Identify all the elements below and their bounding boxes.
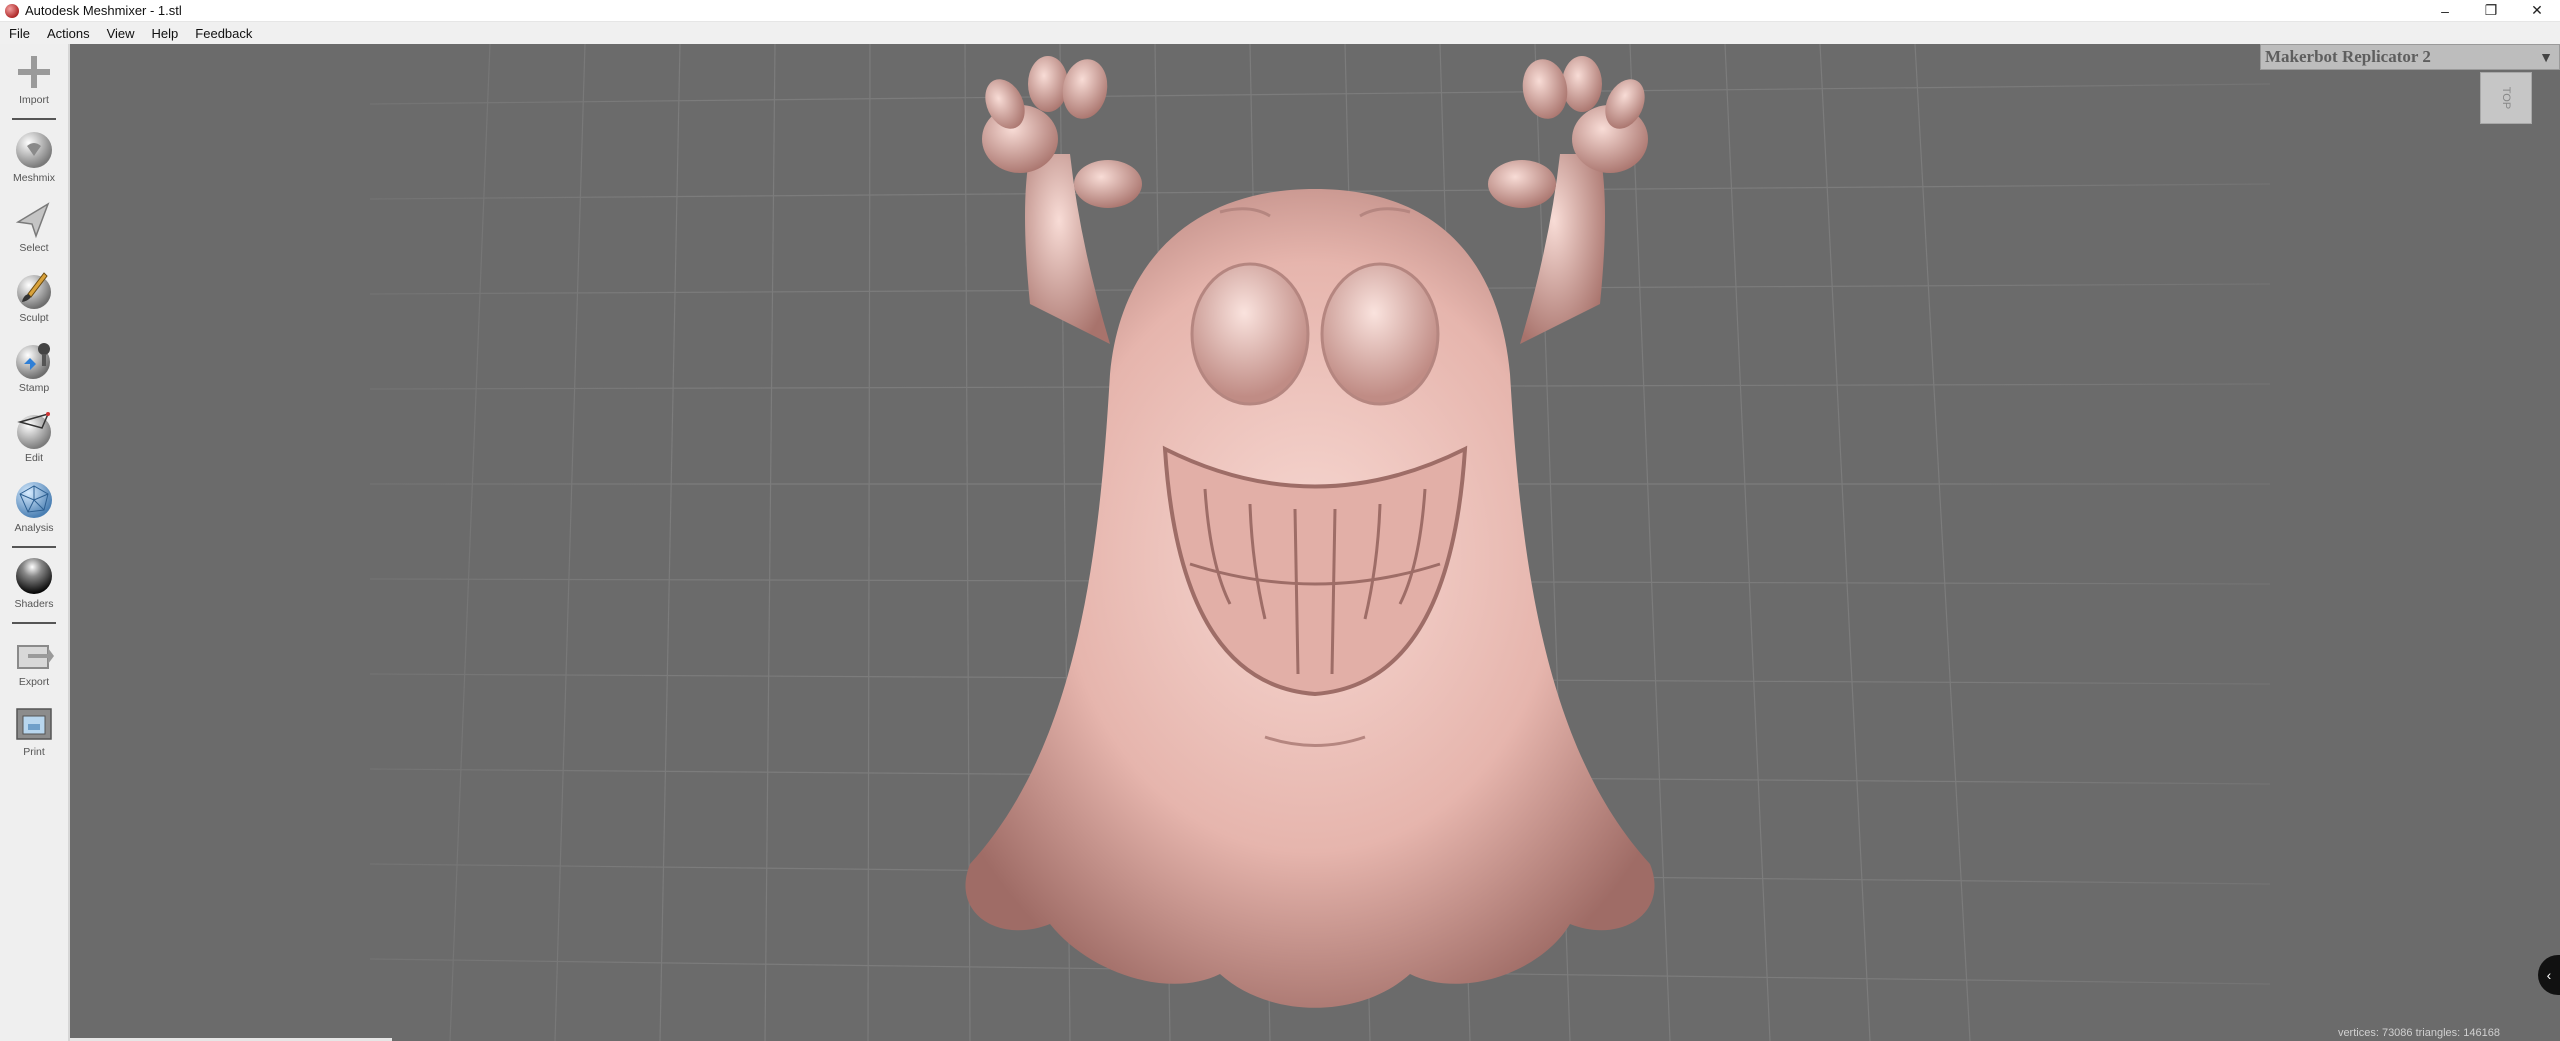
toolbar-divider (12, 118, 56, 120)
select-button[interactable]: Select (0, 200, 68, 254)
meshmix-icon (14, 130, 54, 170)
view-cube[interactable]: TOP (2480, 72, 2532, 124)
meshmixer-app-icon (5, 3, 19, 18)
shaders-button[interactable]: Shaders (0, 556, 68, 610)
toolbar-divider (12, 546, 56, 548)
print-label: Print (23, 746, 45, 758)
analysis-sphere-icon (14, 480, 54, 520)
close-button[interactable]: ✕ (2514, 0, 2560, 21)
brush-icon (14, 270, 54, 310)
analysis-label: Analysis (14, 522, 54, 534)
window-title: Autodesk Meshmixer - 1.stl (25, 3, 182, 18)
select-label: Select (19, 242, 49, 254)
meshmix-button[interactable]: Meshmix (0, 130, 68, 184)
menu-feedback[interactable]: Feedback (186, 26, 260, 41)
export-icon (14, 634, 54, 674)
view-cube-face-label: TOP (2499, 86, 2512, 110)
menu-view[interactable]: View (98, 26, 143, 41)
plus-icon (14, 52, 54, 92)
viewport-scene (70, 44, 2560, 1041)
stamp-label: Stamp (18, 382, 50, 394)
edit-button[interactable]: Edit (0, 410, 68, 464)
import-button[interactable]: Import (0, 52, 68, 106)
analysis-button[interactable]: Analysis (0, 480, 68, 534)
printer-selected-value: Makerbot Replicator 2 (2265, 47, 2431, 66)
stamp-button[interactable]: Stamp (0, 340, 68, 394)
restore-button[interactable]: ❐ (2468, 0, 2514, 21)
import-label: Import (19, 94, 49, 106)
toolbar-divider (12, 622, 56, 624)
title-bar: Autodesk Meshmixer - 1.stl – ❐ ✕ (0, 0, 2560, 22)
minimize-button[interactable]: – (2422, 0, 2468, 21)
menu-actions[interactable]: Actions (38, 26, 98, 41)
sculpt-button[interactable]: Sculpt (0, 270, 68, 324)
export-label: Export (18, 676, 50, 688)
chevron-left-icon: ‹ (2546, 967, 2552, 983)
stamp-icon (14, 340, 54, 380)
left-toolbar: Import Meshmix Select Sculpt Stamp Edit … (0, 44, 70, 1041)
export-button[interactable]: Export (0, 634, 68, 688)
print-icon (14, 704, 54, 744)
3d-viewport[interactable] (70, 44, 2560, 1041)
shaders-label: Shaders (14, 598, 54, 610)
menu-help[interactable]: Help (143, 26, 187, 41)
printer-select-dropdown[interactable]: Makerbot Replicator 2 ▼ (2260, 44, 2560, 70)
edit-sphere-icon (14, 410, 54, 450)
menu-bar: File Actions View Help Feedback (0, 22, 2560, 45)
arrow-cursor-icon (14, 200, 54, 240)
mesh-stats: vertices: 73086 triangles: 146168 (2337, 1027, 2500, 1039)
meshmix-label: Meshmix (12, 172, 55, 184)
shader-sphere-icon (14, 556, 54, 596)
edit-label: Edit (24, 452, 44, 464)
chevron-down-icon: ▼ (2539, 49, 2553, 65)
window-controls: – ❐ ✕ (2422, 0, 2560, 21)
menu-file[interactable]: File (0, 26, 38, 41)
print-button[interactable]: Print (0, 704, 68, 758)
sculpt-label: Sculpt (19, 312, 49, 324)
